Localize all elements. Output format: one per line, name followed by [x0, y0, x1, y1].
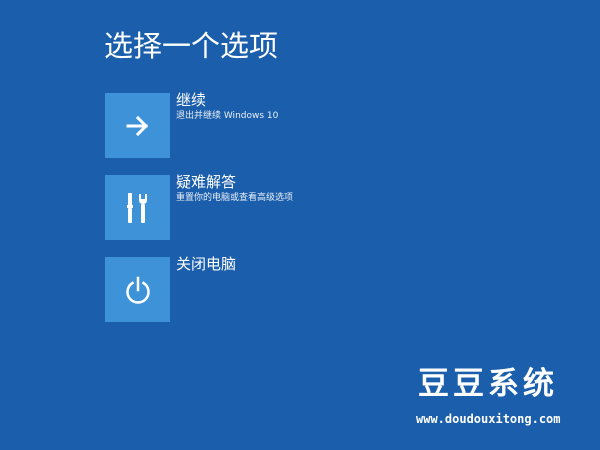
option-troubleshoot[interactable]: 疑难解答 重置你的电脑或查看高级选项 — [105, 172, 485, 241]
option-shutdown-label[interactable]: 关闭电脑 — [176, 254, 236, 274]
watermark-brand: 豆豆系统 — [418, 366, 558, 402]
option-troubleshoot-tile[interactable] — [105, 175, 170, 240]
arrow-right-icon — [126, 115, 148, 136]
option-continue-label[interactable]: 继续 — [176, 90, 206, 110]
option-troubleshoot-label[interactable]: 疑难解答 — [176, 172, 236, 192]
option-troubleshoot-description: 重置你的电脑或查看高级选项 — [176, 193, 294, 203]
option-continue-tile[interactable] — [105, 93, 170, 158]
power-icon — [125, 276, 150, 304]
option-continue[interactable]: 继续 退出并继续 Windows 10 — [105, 90, 485, 159]
option-continue-description: 退出并继续 Windows 10 — [176, 111, 279, 121]
tools-icon — [126, 192, 147, 223]
page-title: 选择一个选项 — [104, 29, 279, 63]
option-shutdown[interactable]: 关闭电脑 — [105, 254, 485, 323]
option-shutdown-tile[interactable] — [105, 257, 170, 322]
watermark-url: www.doudouxitong.com — [416, 412, 561, 426]
